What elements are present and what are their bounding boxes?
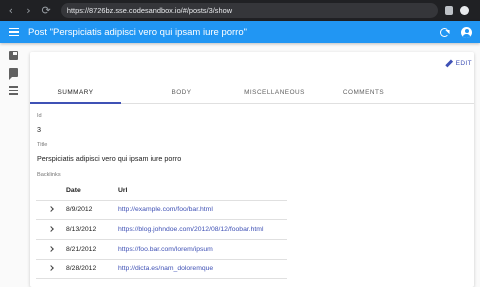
menu-icon[interactable] <box>9 27 19 37</box>
row-date: 8/13/2012 <box>66 219 118 240</box>
row-url-link[interactable]: http://example.com/foo/bar.html <box>118 200 287 221</box>
account-icon[interactable] <box>461 26 472 38</box>
back-icon[interactable]: ‹ <box>4 4 18 17</box>
chevron-right-icon[interactable] <box>48 265 54 272</box>
row-url-link[interactable]: https://blog.johndoe.com/2012/08/12/foob… <box>118 219 287 240</box>
url-column-header: Url <box>118 182 287 201</box>
list-icon[interactable] <box>9 86 18 95</box>
expand-column-header <box>36 182 66 201</box>
table-header-row: Date Url <box>36 182 287 201</box>
row-date: 8/28/2012 <box>66 259 118 280</box>
chevron-right-icon[interactable] <box>48 206 54 213</box>
date-column-header: Date <box>66 182 118 201</box>
chevron-right-icon[interactable] <box>48 245 54 252</box>
tab-comments[interactable]: COMMENTS <box>322 82 405 103</box>
refresh-icon[interactable] <box>440 27 449 37</box>
table-row[interactable]: 8/13/2012 https://blog.johndoe.com/2012/… <box>36 219 287 240</box>
id-value: 3 <box>37 125 41 134</box>
row-date: 8/21/2012 <box>66 239 118 260</box>
backlinks-label: Backlinks <box>37 172 61 178</box>
backlinks-table: Date Url 8/9/2012 http://example.com/foo… <box>36 182 287 280</box>
chevron-right-icon[interactable] <box>48 226 54 232</box>
row-url-link[interactable]: https://foo.bar.com/lorem/ipsum <box>118 239 287 260</box>
id-label: Id <box>37 113 42 119</box>
tab-bar: SUMMARY BODY MISCELLANEOUS COMMENTS <box>30 82 474 104</box>
address-bar[interactable]: https://8726bz.sse.codesandbox.io/#/post… <box>60 3 438 18</box>
edit-label: EDIT <box>455 60 472 67</box>
chat-icon[interactable] <box>9 68 18 80</box>
post-show-card: EDIT SUMMARY BODY MISCELLANEOUS COMMENTS… <box>30 52 474 287</box>
sidebar <box>0 43 26 287</box>
forward-icon[interactable]: › <box>22 4 36 17</box>
table-row[interactable]: 8/9/2012 http://example.com/foo/bar.html <box>36 200 287 221</box>
tab-body[interactable]: BODY <box>136 82 227 103</box>
extension-icon[interactable] <box>444 6 454 15</box>
table-row[interactable]: 8/28/2012 http://dicta.es/nam_doloremque <box>36 259 287 280</box>
row-date: 8/9/2012 <box>66 200 118 221</box>
app-bar: Post "Perspiciatis adipisci vero qui ips… <box>0 21 480 43</box>
profile-icon[interactable] <box>460 6 469 15</box>
book-icon[interactable] <box>9 51 18 60</box>
row-url-link[interactable]: http://dicta.es/nam_doloremque <box>118 259 287 280</box>
page-title: Post "Perspiciatis adipisci vero qui ips… <box>28 26 248 38</box>
reload-icon[interactable]: ⟳ <box>39 4 53 17</box>
edit-button[interactable]: EDIT <box>444 59 472 68</box>
pencil-icon <box>444 59 453 68</box>
tab-summary[interactable]: SUMMARY <box>30 82 121 104</box>
tab-miscellaneous[interactable]: MISCELLANEOUS <box>227 82 322 103</box>
title-label: Title <box>37 142 48 148</box>
table-row[interactable]: 8/21/2012 https://foo.bar.com/lorem/ipsu… <box>36 239 287 260</box>
browser-toolbar: ‹ › ⟳ https://8726bz.sse.codesandbox.io/… <box>0 0 480 21</box>
title-value: Perspiciatis adipisci vero qui ipsam iur… <box>37 154 182 163</box>
